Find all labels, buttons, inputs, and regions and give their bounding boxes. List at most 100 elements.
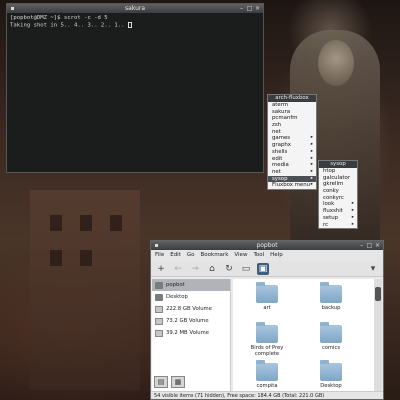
sidebar-item-label: 73.2 GB Volume	[166, 318, 209, 324]
menu-item[interactable]: look ▸	[319, 201, 357, 208]
submenu-arrow-icon: ▸	[310, 175, 313, 181]
menubar-item[interactable]: Edit	[170, 250, 181, 261]
wallpaper-window	[50, 250, 62, 266]
menu-item[interactable]: gkrellm	[319, 181, 357, 188]
menu-item[interactable]: graphx ▸	[268, 142, 316, 149]
home-icon[interactable]: ⌂	[206, 263, 218, 275]
menu-item[interactable]: rc ▸	[319, 222, 357, 229]
window-menu-icon[interactable]: ▪	[153, 242, 160, 249]
menu-item[interactable]: setup ▸	[319, 215, 357, 222]
menu-item[interactable]: shells ▸	[268, 149, 316, 156]
close-icon[interactable]: ×	[374, 242, 381, 249]
minimize-icon[interactable]: –	[358, 242, 365, 249]
folder-item[interactable]: compita	[243, 360, 291, 389]
wallpaper-window	[110, 215, 122, 231]
menu-item[interactable]: media ▸	[268, 162, 316, 169]
sidebar-place-item[interactable]: popbot	[152, 279, 230, 291]
menu-item[interactable]: galculator	[319, 175, 357, 182]
sidebar-item-label: 39.2 MB Volume	[166, 330, 210, 336]
drive-icon	[155, 317, 163, 325]
file-manager-window[interactable]: ▪ popbot – □ × File Edit Go Bookmark View Too…	[150, 240, 384, 400]
menu-item[interactable]: games ▸	[268, 135, 316, 142]
terminal-output-line: Taking shot in 5.. 4.. 3.. 2.. 1..	[10, 22, 260, 30]
window-menu-icon[interactable]: ▪	[9, 5, 16, 12]
menubar-item[interactable]: Bookmark	[201, 250, 229, 261]
scrollbar-thumb[interactable]	[375, 287, 381, 301]
folder-icon	[155, 293, 163, 301]
vertical-scrollbar[interactable]	[374, 279, 382, 392]
folder-label: comics	[321, 345, 341, 351]
terminal-output[interactable]: [popbot@DMZ ~]$ scrot -c -d 5 Taking shot…	[7, 13, 263, 32]
menu-item[interactable]: zsh	[268, 122, 316, 129]
menu-item-label: Fluxbox menu	[272, 182, 311, 189]
minimize-icon[interactable]: –	[238, 5, 245, 12]
terminal-window[interactable]: ▪ sakura – □ × [popbot@DMZ ~]$ scrot -c …	[6, 3, 264, 173]
menu-item[interactable]: htop	[319, 168, 357, 175]
forward-arrow-icon[interactable]: →	[189, 263, 201, 275]
submenu-arrow-icon: ▸	[310, 148, 313, 154]
folder-item[interactable]: Birds of Prey complete	[243, 322, 291, 357]
submenu-title: sysop	[319, 161, 357, 168]
back-arrow-icon[interactable]: ←	[172, 263, 184, 275]
menu-item-label: conkyrc	[323, 194, 344, 201]
menu-item[interactable]: sakura	[268, 109, 316, 116]
menu-item[interactable]: edit ▸	[268, 156, 316, 163]
menubar-item[interactable]: View	[234, 250, 247, 261]
close-icon[interactable]: ×	[254, 5, 261, 12]
folder-icon	[320, 360, 342, 381]
maximize-icon[interactable]: □	[366, 242, 373, 249]
sidebar-item-label: 222.8 GB Volume	[166, 306, 212, 312]
menu-item[interactable]: Fluxbox menu ▸	[268, 182, 316, 189]
menu-item-label: look	[323, 201, 335, 208]
folder-item[interactable]: Desktop	[307, 360, 355, 389]
reload-icon[interactable]: ↻	[223, 263, 235, 275]
menu-item[interactable]: aterm	[268, 102, 316, 109]
menubar-item[interactable]: File	[155, 250, 164, 261]
file-icon-view[interactable]: art backup Birds of Prey complete comics com…	[233, 279, 375, 392]
menu-item[interactable]: fluxshit ▸	[319, 208, 357, 215]
folder-icon	[256, 360, 278, 381]
menu-item[interactable]: sysop ▸	[268, 175, 316, 183]
submenu-arrow-icon: ▸	[351, 221, 354, 227]
sysop-submenu[interactable]: sysop htop galculator gkrellm conky conkyrc l…	[318, 160, 358, 230]
sidebar-place-item[interactable]: Desktop	[152, 291, 230, 303]
drive-icon[interactable]: ▣	[257, 262, 269, 275]
menubar-item[interactable]: Help	[270, 250, 283, 261]
menu-item[interactable]: net	[268, 129, 316, 136]
submenu-arrow-icon: ▸	[310, 168, 313, 174]
menu-item-label: sakura	[272, 108, 291, 115]
sidebar-place-item[interactable]: 73.2 GB Volume	[152, 315, 230, 327]
file-manager-menubar: File Edit Go Bookmark View Tool Help	[151, 250, 383, 261]
folder-icon	[256, 322, 278, 343]
menu-item-label: pcmanfm	[272, 115, 298, 122]
new-tab-icon[interactable]: +	[155, 263, 167, 275]
drive-icon	[155, 305, 163, 313]
menu-item[interactable]: net ▸	[268, 169, 316, 176]
folder-item[interactable]: backup	[307, 282, 355, 311]
tree-view-icon[interactable]: ▦	[171, 376, 185, 388]
menu-item-label: graphx	[272, 142, 291, 149]
folder-icon	[256, 282, 278, 303]
folder-item[interactable]: comics	[307, 322, 355, 351]
folder-label: Desktop	[320, 383, 342, 389]
status-bar: 54 visible items (71 hidden), Free space…	[151, 391, 383, 399]
wallpaper-window	[50, 215, 62, 231]
menubar-item[interactable]: Go	[187, 250, 195, 261]
menu-item[interactable]: conkyrc	[319, 195, 357, 202]
terminal-icon[interactable]: ▭	[240, 263, 252, 275]
terminal-titlebar[interactable]: ▪ sakura – □ ×	[7, 4, 263, 13]
menu-item[interactable]: pcmanfm	[268, 115, 316, 122]
places-view-icon[interactable]: ▤	[154, 376, 168, 388]
menu-item[interactable]: conky	[319, 188, 357, 195]
chevron-down-icon[interactable]: ▾	[367, 263, 379, 275]
menu-item-label: fluxshit	[323, 208, 343, 215]
menu-item-label: setup	[323, 214, 339, 221]
menubar-item[interactable]: Tool	[253, 250, 264, 261]
maximize-icon[interactable]: □	[246, 5, 253, 12]
sidebar-place-item[interactable]: 222.8 GB Volume	[152, 303, 230, 315]
file-manager-titlebar[interactable]: ▪ popbot – □ ×	[151, 241, 383, 250]
fluxbox-root-menu[interactable]: arch-fluxbox aterm sakura pcmanfm zsh net gam…	[267, 94, 317, 190]
folder-item[interactable]: art	[243, 282, 291, 311]
sidebar-place-item[interactable]: 39.2 MB Volume	[152, 327, 230, 339]
submenu-arrow-icon: ▸	[310, 162, 313, 168]
